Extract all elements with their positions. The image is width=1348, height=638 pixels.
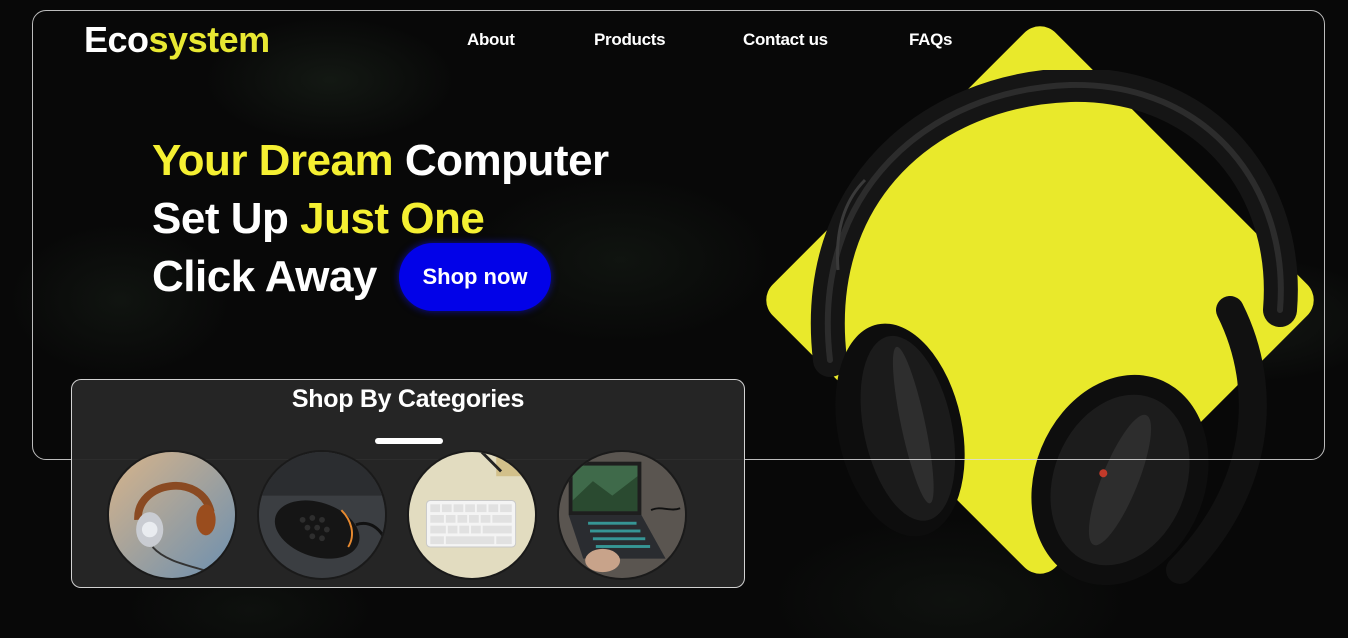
keyboard-category-icon[interactable] (407, 450, 537, 580)
title-underline (375, 438, 443, 444)
brand-logo-part2: system (148, 19, 271, 60)
nav-faqs-link[interactable]: FAQs (909, 30, 953, 50)
nav-about-link[interactable]: About (467, 30, 515, 50)
headline-accent-1: Your Dream (152, 136, 394, 185)
shop-by-categories-panel: Shop By Categories (71, 379, 745, 588)
headline-text-1: Computer (404, 136, 609, 185)
brand-logo-part1: Eco (84, 19, 149, 60)
laptop-category-icon[interactable] (557, 450, 687, 580)
brand-logo[interactable]: Ecosystem (84, 19, 270, 61)
nav-products-link[interactable]: Products (594, 30, 666, 50)
headline-line-1: Your Dream Computer (152, 132, 609, 190)
headline-line-2: Set Up Just One (152, 190, 609, 248)
headline-text-2: Set Up (152, 194, 289, 243)
headline-accent-2: Just One (300, 194, 485, 243)
mouse-category-icon[interactable] (257, 450, 387, 580)
categories-title: Shop By Categories (291, 385, 525, 413)
nav-contact-link[interactable]: Contact us (743, 30, 828, 50)
headphones-category-icon[interactable] (107, 450, 237, 580)
shop-now-button[interactable]: Shop now (399, 243, 551, 311)
